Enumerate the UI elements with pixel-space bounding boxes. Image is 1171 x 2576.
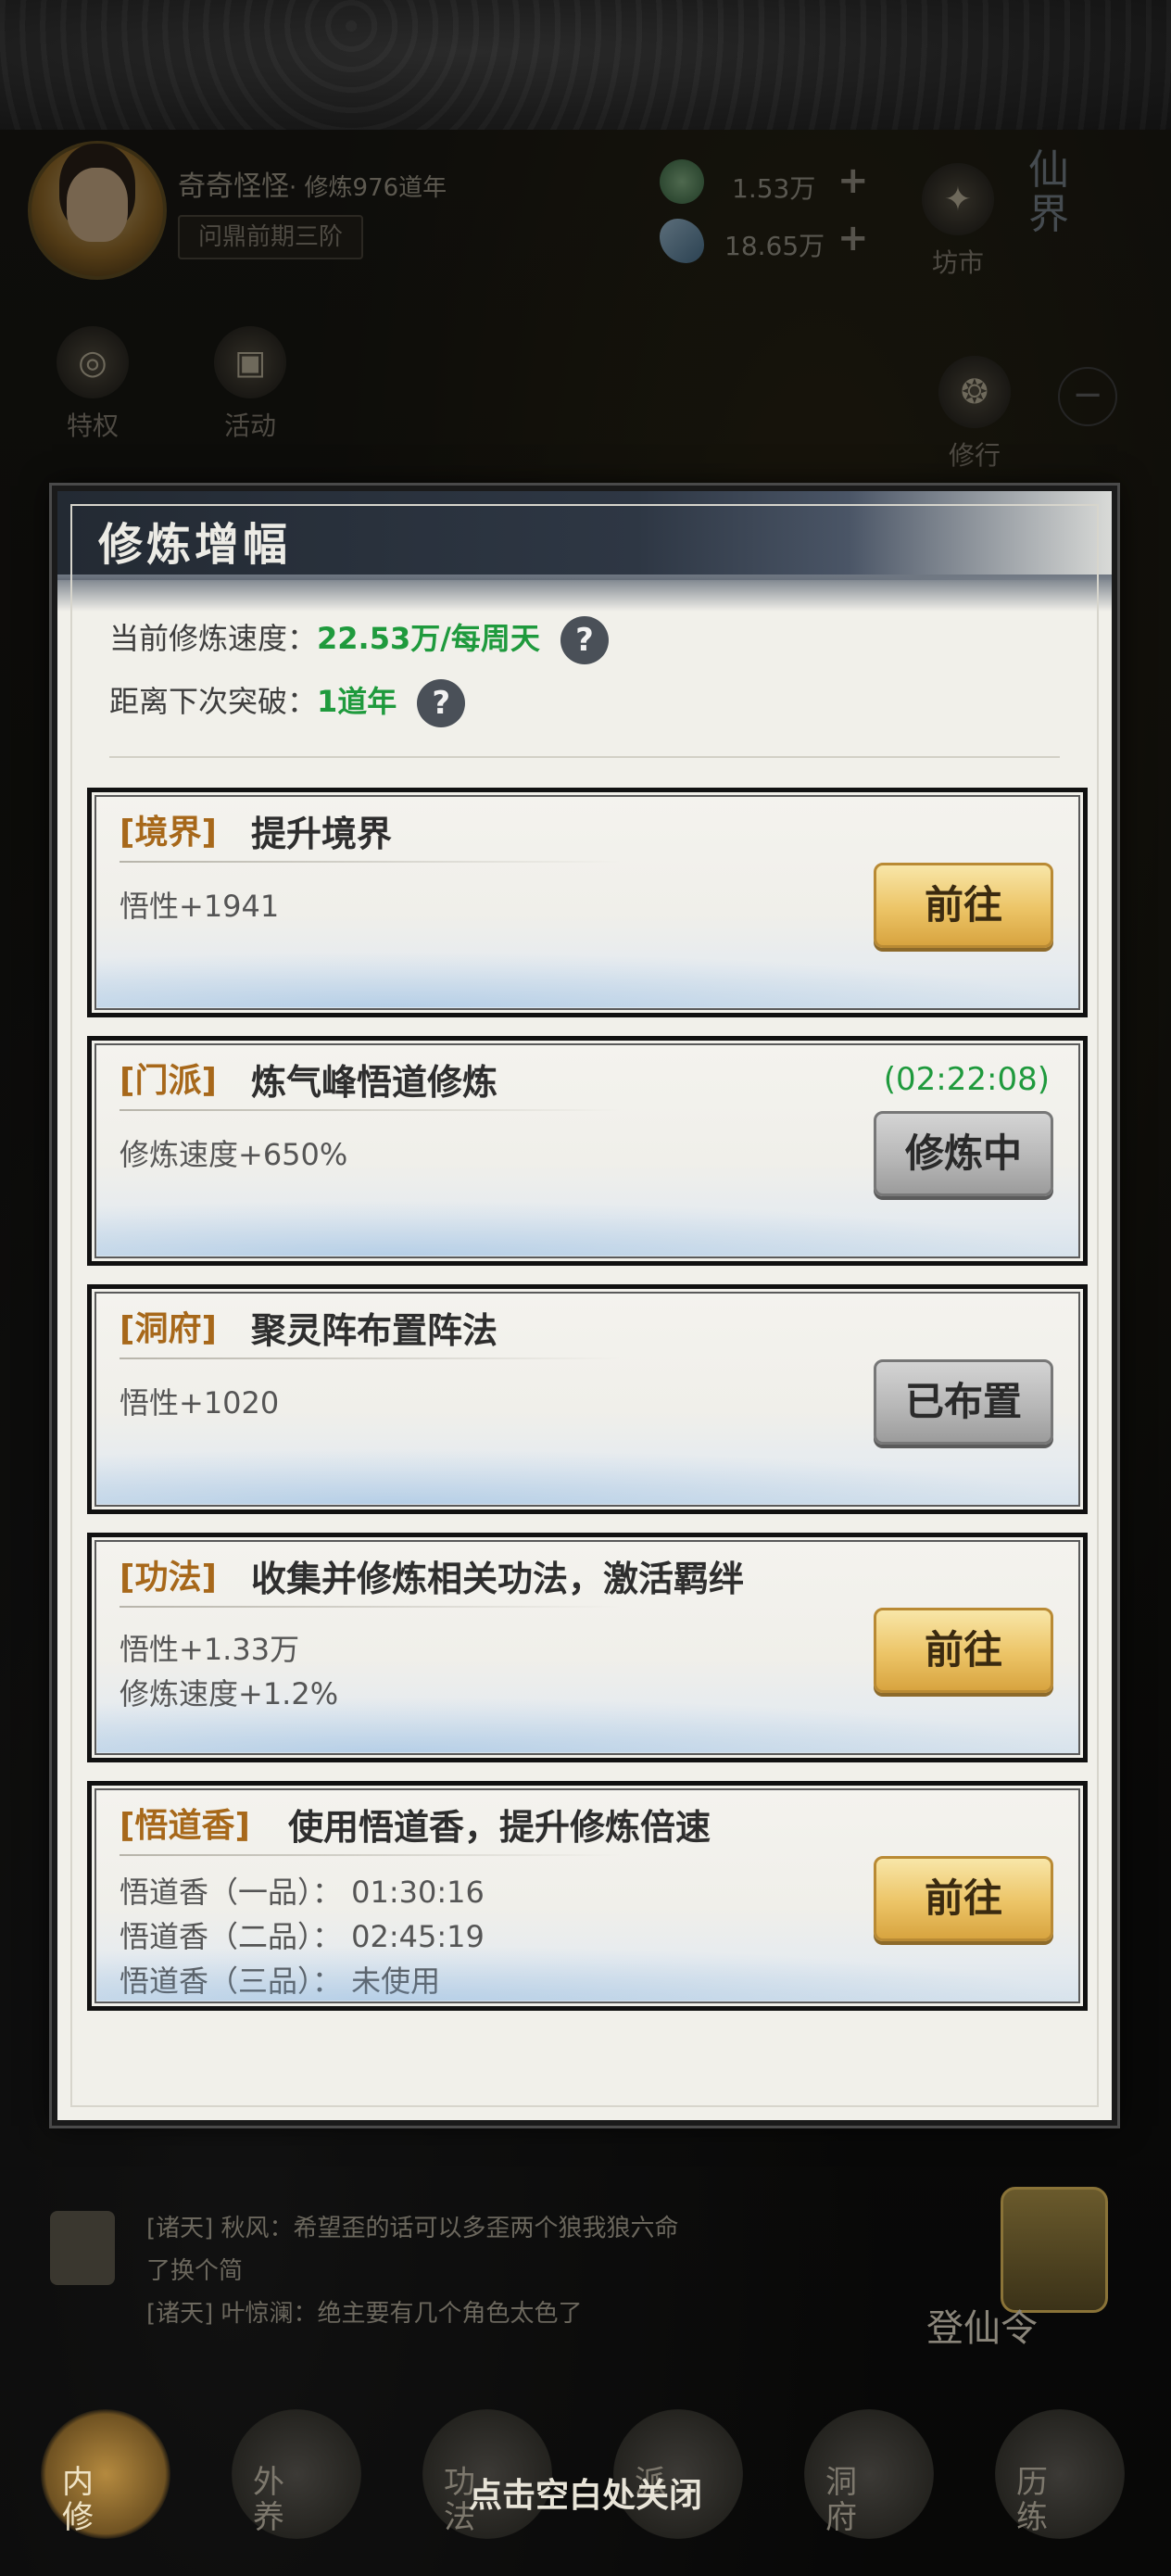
chat-line: 了换个简 — [146, 2257, 244, 2285]
card-effect: 修炼速度+650% — [120, 1137, 348, 1172]
deployed-button[interactable]: 已布置 — [874, 1359, 1053, 1445]
card-title: 炼气峰悟道修炼 — [251, 1062, 498, 1103]
boost-card-cave: [洞府] 聚灵阵布置阵法 悟性+1020 已布置 — [87, 1284, 1088, 1514]
breakthrough-help-icon[interactable]: ? — [417, 679, 466, 727]
boost-card-incense: [悟道香] 使用悟道香，提升修炼倍速 悟道香（一品）： 01:30:16 悟道香… — [87, 1781, 1088, 2011]
chat-speaker-icon — [50, 2211, 115, 2285]
card-effect: 悟性+1941 — [120, 889, 280, 924]
current-speed-label: 当前修炼速度： — [109, 621, 318, 656]
card-rule — [120, 1357, 620, 1359]
speed-help-icon[interactable]: ? — [560, 616, 609, 664]
card-tag: [境界] — [120, 814, 217, 852]
card-effect: 悟道香（一品）： 01:30:16 — [120, 1875, 485, 1910]
card-title: 提升境界 — [251, 814, 393, 854]
card-timer: (02:22:08) — [883, 1061, 1050, 1098]
card-effect: 修炼速度+1.2% — [120, 1676, 339, 1711]
card-rule — [120, 861, 620, 863]
modal-title: 修炼增幅 — [98, 519, 292, 571]
breakthrough-line: 距离下次突破：1道年? — [109, 678, 466, 727]
ascension-token-button[interactable]: 登仙令 — [917, 2187, 1130, 2363]
card-effect: 悟道香（三品）： 未使用 — [120, 1964, 441, 1999]
card-tag: [悟道香] — [120, 1807, 250, 1845]
breakthrough-value: 1道年 — [317, 684, 397, 719]
boost-card-realm: [境界] 提升境界 悟性+1941 前往 — [87, 788, 1088, 1017]
card-title: 收集并修炼相关功法，激活羁绊 — [251, 1559, 745, 1599]
card-tag: [洞府] — [120, 1310, 217, 1348]
card-tag: [门派] — [120, 1062, 217, 1100]
card-title: 使用悟道香，提升修炼倍速 — [288, 1807, 711, 1848]
go-button[interactable]: 前往 — [874, 863, 1053, 948]
card-effect: 悟道香（二品）： 02:45:19 — [120, 1919, 485, 1954]
cultivating-button[interactable]: 修炼中 — [874, 1111, 1053, 1196]
close-hint[interactable]: 点击空白处关闭 — [0, 2469, 1171, 2517]
card-effect: 悟性+1.33万 — [120, 1632, 300, 1667]
cultivation-boost-modal: 修炼增幅 当前修炼速度：22.53万/每周天? 距离下次突破：1道年? [境界]… — [52, 486, 1117, 2126]
chat-line: [诸天] 叶惊澜：绝主要有几个角色太色了 — [146, 2300, 583, 2328]
chat-line: [诸天] 秋风：希望歪的话可以多歪两个狼我狼六命 — [146, 2215, 679, 2242]
card-title: 聚灵阵布置阵法 — [251, 1310, 498, 1351]
boost-card-sect: [门派] 炼气峰悟道修炼 (02:22:08) 修炼速度+650% 修炼中 — [87, 1036, 1088, 1266]
breakthrough-label: 距离下次突破： — [109, 684, 318, 719]
go-button[interactable]: 前往 — [874, 1856, 1053, 1941]
card-tag: [功法] — [120, 1559, 217, 1597]
top-status-area — [0, 0, 1171, 130]
card-rule — [120, 1606, 620, 1608]
info-divider — [109, 756, 1060, 758]
card-rule — [120, 1854, 620, 1856]
card-rule — [120, 1109, 620, 1111]
ascension-token-label: 登仙令 — [926, 2307, 1038, 2350]
boost-card-technique: [功法] 收集并修炼相关功法，激活羁绊 悟性+1.33万 修炼速度+1.2% 前… — [87, 1533, 1088, 1762]
current-speed-line: 当前修炼速度：22.53万/每周天? — [109, 615, 609, 664]
current-speed-value: 22.53万/每周天 — [317, 621, 540, 656]
ascension-token-icon — [1001, 2187, 1108, 2313]
go-button[interactable]: 前往 — [874, 1608, 1053, 1693]
card-effect: 悟性+1020 — [120, 1385, 280, 1421]
